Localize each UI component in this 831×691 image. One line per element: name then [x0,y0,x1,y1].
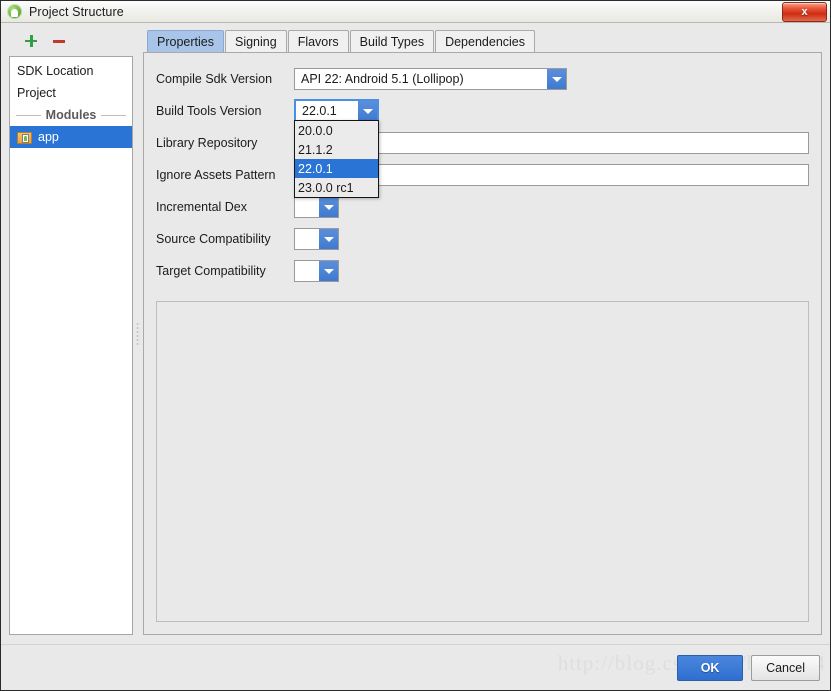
dropdown-option[interactable]: 23.0.0 rc1 [295,178,378,197]
sidebar-item-project[interactable]: Project [10,82,132,104]
build-tools-version-dropdown[interactable]: 20.0.0 21.1.2 22.0.1 23.0.0 rc1 [294,120,379,198]
dropdown-option[interactable]: 21.1.2 [295,140,378,159]
chevron-down-icon[interactable] [358,101,377,121]
project-structure-dialog: Project Structure x SDK Location Project… [0,0,831,691]
splitter-grip-icon [136,321,140,346]
details-panel [156,301,809,622]
close-icon: x [801,5,808,18]
combo-value: 22.0.1 [296,101,358,121]
tab-label: Signing [234,34,277,49]
form-row-incremental-dex: Incremental Dex [156,191,809,223]
dropdown-option-label: 22.0.1 [298,161,333,176]
chevron-down-icon[interactable] [319,229,338,249]
field-label: Library Repository [156,136,258,150]
dialog-footer: http://blog.csdn.net/hao2244 OK Cancel [1,644,830,690]
dialog-body: SDK Location Project Modules app Propert… [1,23,830,690]
dropdown-option-label: 23.0.0 rc1 [298,180,354,195]
source-compatibility-combo[interactable] [294,228,339,250]
cancel-button[interactable]: Cancel [751,654,820,681]
tab-properties[interactable]: Properties [147,30,224,52]
add-module-icon[interactable] [24,34,38,48]
dropdown-option-label: 21.1.2 [298,142,333,157]
field-label: Incremental Dex [156,200,248,214]
title-bar: Project Structure x [1,1,830,23]
separator-line-left [16,114,41,116]
content-row: SDK Location Project Modules app Propert… [1,23,830,644]
chevron-down-icon[interactable] [319,261,338,281]
form-row-compile-sdk-version: Compile Sdk Version API 22: Android 5.1 … [156,63,809,95]
combo-value [295,197,319,217]
screenshot-root: Project Structure x SDK Location Project… [0,0,831,691]
tab-label: Flavors [297,34,339,49]
form-row-ignore-assets-pattern: Ignore Assets Pattern [156,159,809,191]
sidebar-toolbar [9,29,133,53]
chevron-down-icon[interactable] [547,69,566,89]
form-row-target-compatibility: Target Compatibility [156,255,809,287]
incremental-dex-combo[interactable] [294,196,339,218]
field-control: API 22: Android 5.1 (Lollipop) [294,68,809,90]
tab-dependencies[interactable]: Dependencies [435,30,535,52]
field-label: Target Compatibility [156,264,266,278]
form-row-source-compatibility: Source Compatibility [156,223,809,255]
sidebar-item-label: Project [17,86,56,100]
ok-button[interactable]: OK [677,654,744,681]
tab-label: Properties [157,34,214,49]
compile-sdk-version-combo[interactable]: API 22: Android 5.1 (Lollipop) [294,68,567,90]
tab-bar: Properties Signing Flavors Build Types D [143,29,822,52]
tab-label: Dependencies [445,34,525,49]
ok-button-label: OK [700,660,720,675]
tab-signing[interactable]: Signing [224,30,287,52]
tab-flavors[interactable]: Flavors [287,30,349,52]
field-label: Build Tools Version [156,104,262,118]
dropdown-option[interactable]: 20.0.0 [295,121,378,140]
field-label: Ignore Assets Pattern [156,168,276,182]
chevron-down-icon[interactable] [319,197,338,217]
sidebar: SDK Location Project Modules app [1,23,133,644]
field-control [294,228,809,250]
separator-label: Modules [45,108,97,122]
tab-build-types[interactable]: Build Types [349,30,435,52]
field-label: Compile Sdk Version [156,72,273,86]
close-button[interactable]: x [782,2,827,22]
sidebar-item-label: app [38,130,59,144]
sidebar-item-app[interactable]: app [10,126,132,148]
module-icon [17,130,32,144]
field-control [294,260,809,282]
target-compatibility-combo[interactable] [294,260,339,282]
main-pane: Properties Signing Flavors Build Types D [143,23,830,644]
module-droid-shape [24,135,27,141]
properties-form: Compile Sdk Version API 22: Android 5.1 … [156,63,809,287]
dropdown-option-selected[interactable]: 22.0.1 [295,159,378,178]
pane-splitter[interactable] [133,23,143,644]
remove-module-icon[interactable] [52,34,66,48]
properties-panel: Compile Sdk Version API 22: Android 5.1 … [143,52,822,635]
combo-value [295,229,319,249]
form-row-build-tools-version: Build Tools Version 22.0.1 [156,95,809,127]
window-title: Project Structure [29,4,124,19]
tab-label: Build Types [359,34,425,49]
separator-line-right [101,114,127,116]
dropdown-option-label: 20.0.0 [298,123,333,138]
module-list[interactable]: SDK Location Project Modules app [9,56,133,635]
combo-value: API 22: Android 5.1 (Lollipop) [295,69,547,89]
combo-value [295,261,319,281]
field-label: Source Compatibility [156,232,271,246]
cancel-button-label: Cancel [766,660,805,675]
sidebar-separator-modules: Modules [10,104,132,126]
field-control [294,196,809,218]
form-row-library-repository: Library Repository [156,127,809,159]
sidebar-item-label: SDK Location [17,64,94,78]
android-icon [7,4,22,19]
sidebar-item-sdk-location[interactable]: SDK Location [10,60,132,82]
